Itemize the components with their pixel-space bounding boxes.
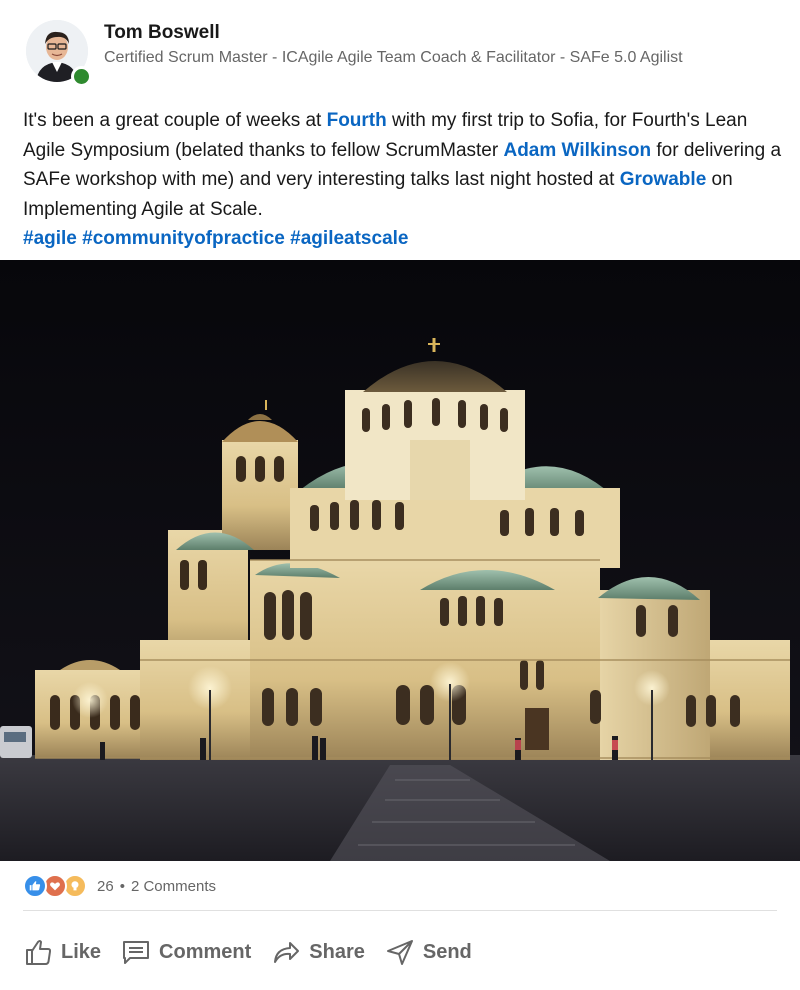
post-text: It's been a great couple of weeks at Fou…	[23, 106, 783, 254]
send-icon	[386, 940, 413, 965]
post-actions-bar: Like Comment Share Send	[23, 928, 492, 976]
send-button[interactable]: Send	[385, 928, 472, 976]
reaction-count[interactable]: 26	[97, 878, 114, 895]
share-label: Share	[309, 940, 365, 963]
mention-link-adam-wilkinson[interactable]: Adam Wilkinson	[503, 140, 651, 161]
comment-icon	[123, 941, 150, 964]
post-text-segment: It's been a great couple of weeks at	[23, 110, 327, 131]
post-photo[interactable]	[0, 260, 800, 861]
comment-button[interactable]: Comment	[121, 928, 251, 976]
hashtag-link[interactable]: #agileatscale	[290, 228, 408, 249]
author-headline: Certified Scrum Master - ICAgile Agile T…	[104, 49, 683, 66]
author-name[interactable]: Tom Boswell	[104, 22, 220, 44]
like-icon	[23, 874, 47, 898]
share-button[interactable]: Share	[271, 928, 365, 976]
like-button[interactable]: Like	[23, 928, 101, 976]
social-counts[interactable]: 26 • 2 Comments	[23, 873, 216, 899]
online-status-indicator	[71, 66, 92, 87]
like-label: Like	[61, 940, 102, 963]
hashtag-link[interactable]: #communityofpractice	[82, 228, 285, 249]
thumbs-up-icon	[26, 940, 52, 965]
reaction-comment-counts[interactable]: 26 • 2 Comments	[97, 878, 216, 895]
mention-link-fourth[interactable]: Fourth	[327, 110, 387, 131]
divider	[23, 910, 777, 911]
send-label: Send	[422, 940, 472, 963]
comments-count-link[interactable]: 2 Comments	[131, 878, 216, 895]
comment-label: Comment	[159, 940, 252, 963]
hashtag-link[interactable]: #agile	[23, 228, 77, 249]
linkedin-post-card: Tom Boswell Certified Scrum Master - ICA…	[0, 0, 800, 990]
mention-link-growable[interactable]: Growable	[620, 169, 707, 190]
separator-dot: •	[119, 877, 125, 895]
share-icon	[274, 942, 300, 963]
